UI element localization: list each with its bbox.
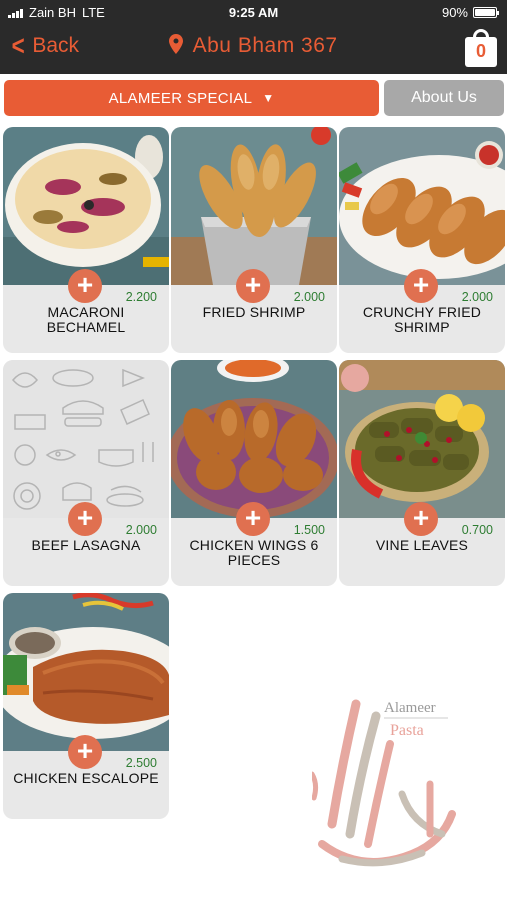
item-name: BEEF LASAGNA — [31, 537, 141, 553]
item-price: 2.000 — [293, 290, 325, 304]
location-title: Abu Bham 367 — [0, 34, 507, 60]
item-price: 2.200 — [125, 290, 157, 304]
food-photo — [3, 593, 169, 751]
category-label: ALAMEER SPECIAL — [108, 90, 252, 107]
about-us-button[interactable]: About Us — [384, 80, 504, 116]
status-bar: Zain BH LTE 9:25 AM 90% — [0, 0, 507, 26]
menu-item-card[interactable]: + 2.200 MACARONI BECHAMEL — [3, 127, 169, 353]
menu-item-card[interactable]: + 2.000 FRIED SHRIMP — [171, 127, 337, 353]
location-pin-icon — [169, 34, 184, 60]
food-photo — [171, 360, 337, 518]
menu-item-card[interactable]: + 2.000 BEEF LASAGNA — [3, 360, 169, 586]
logo-text-pasta: Pasta — [390, 722, 424, 739]
add-to-cart-button[interactable]: + — [404, 502, 438, 536]
add-to-cart-button[interactable]: + — [236, 502, 270, 536]
add-to-cart-button[interactable]: + — [68, 735, 102, 769]
add-plus-icon: + — [76, 269, 94, 300]
app-header: Zain BH LTE 9:25 AM 90% < Back Abu Bham … — [0, 0, 507, 74]
food-placeholder-illustration — [3, 360, 169, 518]
menu-item-card[interactable]: + 1.500 CHICKEN WINGS 6 PIECES — [171, 360, 337, 586]
battery-percent: 90% — [441, 5, 468, 20]
add-to-cart-button[interactable]: + — [236, 269, 270, 303]
item-name: VINE LEAVES — [375, 537, 469, 553]
menu-item-card[interactable]: + 2.000 CRUNCHY FRIED SHRIMP — [339, 127, 505, 353]
food-photo — [339, 360, 505, 518]
item-price: 2.500 — [125, 756, 157, 770]
nav-row: < Back Abu Bham 367 0 — [0, 28, 507, 70]
add-to-cart-button[interactable]: + — [68, 269, 102, 303]
add-plus-icon: + — [412, 269, 430, 300]
cart-button[interactable]: 0 — [463, 28, 499, 68]
location-label: Abu Bham 367 — [192, 34, 338, 57]
status-time: 9:25 AM — [228, 5, 279, 20]
item-price: 0.700 — [461, 523, 493, 537]
status-right: 90% — [441, 5, 499, 20]
add-plus-icon: + — [244, 269, 262, 300]
item-name: CHICKEN ESCALOPE — [13, 770, 159, 786]
cart-count: 0 — [475, 41, 486, 61]
menu-item-card[interactable]: + 2.500 CHICKEN ESCALOPE — [3, 593, 169, 819]
add-plus-icon: + — [244, 502, 262, 533]
food-photo — [3, 127, 169, 285]
add-to-cart-button[interactable]: + — [68, 502, 102, 536]
category-dropdown[interactable]: ALAMEER SPECIAL ▼ — [4, 80, 379, 116]
item-name: CHICKEN WINGS 6 PIECES — [189, 537, 319, 568]
item-price: 2.000 — [461, 290, 493, 304]
food-photo — [339, 127, 505, 285]
item-name: FRIED SHRIMP — [202, 304, 306, 320]
add-plus-icon: + — [76, 502, 94, 533]
menu-item-card[interactable]: + 0.700 VINE LEAVES — [339, 360, 505, 586]
add-plus-icon: + — [76, 735, 94, 766]
item-name: MACARONI BECHAMEL — [46, 304, 126, 335]
item-price: 2.000 — [125, 523, 157, 537]
logo-text-alameer: Alameer — [384, 700, 436, 716]
food-photo — [171, 127, 337, 285]
item-price: 1.500 — [293, 523, 325, 537]
battery-icon — [473, 7, 499, 18]
dropdown-caret-icon: ▼ — [262, 91, 275, 105]
add-to-cart-button[interactable]: + — [404, 269, 438, 303]
brand-logo: Alameer Pasta — [309, 684, 462, 874]
item-name: CRUNCHY FRIED SHRIMP — [362, 304, 482, 335]
add-plus-icon: + — [412, 502, 430, 533]
